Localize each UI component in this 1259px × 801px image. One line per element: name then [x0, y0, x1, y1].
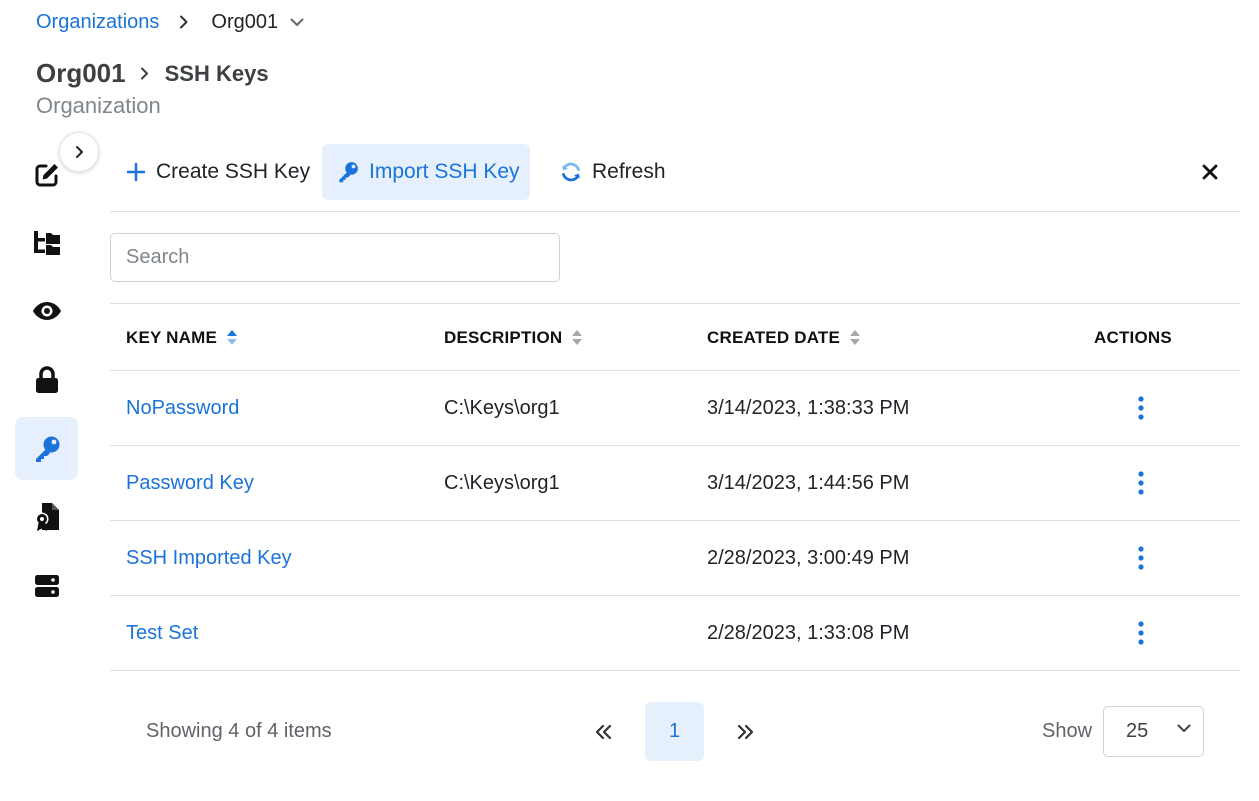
next-page-button[interactable]: [715, 702, 774, 761]
table-header: KEY NAME DESCRIPTION CREATED DATE ACTION…: [110, 304, 1240, 371]
sidebar-item-hierarchy[interactable]: [15, 211, 78, 274]
page-button-current[interactable]: 1: [645, 702, 704, 761]
key-description: C:\Keys\org1: [444, 396, 560, 419]
key-name-link[interactable]: Test Set: [126, 596, 198, 670]
chevron-down-icon: [290, 18, 304, 27]
server-icon: [34, 574, 59, 597]
table-row: NoPassword C:\Keys\org1 3/14/2023, 1:38:…: [110, 371, 1240, 446]
key-description: C:\Keys\org1: [444, 471, 560, 494]
key-icon: [35, 436, 59, 462]
sidebar-item-certificates[interactable]: [15, 485, 78, 548]
key-icon: [337, 161, 359, 183]
toolbar-divider: [110, 211, 1240, 212]
chevron-right-icon: [179, 15, 189, 29]
table-row: SSH Imported Key 2/28/2023, 3:00:49 PM: [110, 521, 1240, 596]
key-name-link[interactable]: NoPassword: [126, 371, 239, 445]
breadcrumb-current-label: Org001: [211, 10, 279, 33]
plus-icon: [126, 162, 146, 182]
sidebar-item-servers[interactable]: [15, 554, 78, 617]
more-vertical-icon: [1138, 471, 1144, 495]
sort-icon[interactable]: [571, 329, 583, 346]
breadcrumb-org-dropdown[interactable]: Org001: [211, 11, 304, 34]
eye-icon: [32, 301, 61, 320]
page-size-select[interactable]: 25: [1103, 706, 1204, 757]
sidebar-expand-button[interactable]: [59, 132, 99, 172]
key-created-date: 3/14/2023, 1:44:56 PM: [707, 471, 910, 494]
row-actions-button[interactable]: [1134, 521, 1148, 595]
table-row: Password Key C:\Keys\org1 3/14/2023, 1:4…: [110, 446, 1240, 521]
more-vertical-icon: [1138, 621, 1144, 645]
import-ssh-key-label: Import SSH Key: [369, 160, 520, 183]
column-header-label: DESCRIPTION: [444, 327, 563, 347]
certificate-icon: [35, 502, 59, 531]
previous-page-button[interactable]: [574, 702, 633, 761]
page-subtitle: Organization: [36, 93, 161, 118]
chevrons-left-icon: [595, 724, 611, 739]
column-header-created-date[interactable]: CREATED DATE: [707, 304, 861, 371]
breadcrumb-organizations-link[interactable]: Organizations: [36, 11, 159, 34]
page-size-label: Show: [1042, 720, 1093, 742]
column-header-actions: ACTIONS: [1094, 304, 1172, 371]
sidebar-item-security[interactable]: [15, 348, 78, 411]
chevron-right-icon: [75, 146, 83, 158]
column-header-label: ACTIONS: [1094, 327, 1172, 347]
hierarchy-icon: [33, 230, 60, 255]
close-icon: [1202, 164, 1218, 180]
create-ssh-key-button[interactable]: Create SSH Key: [122, 144, 314, 200]
key-created-date: 2/28/2023, 1:33:08 PM: [707, 621, 910, 644]
search-input[interactable]: [110, 233, 560, 282]
breadcrumb: Organizations Org001: [36, 8, 304, 36]
chevron-down-icon: [1177, 724, 1191, 733]
refresh-label: Refresh: [592, 160, 666, 183]
more-vertical-icon: [1138, 546, 1144, 570]
key-name-link[interactable]: Password Key: [126, 446, 254, 520]
column-header-label: KEY NAME: [126, 327, 218, 347]
sort-icon[interactable]: [849, 329, 861, 346]
key-created-date: 2/28/2023, 3:00:49 PM: [707, 546, 910, 569]
column-header-label: CREATED DATE: [707, 327, 841, 347]
close-button[interactable]: [1198, 160, 1222, 184]
row-actions-button[interactable]: [1134, 446, 1148, 520]
page-title: Org001 SSH Keys: [36, 58, 269, 89]
key-name-link[interactable]: SSH Imported Key: [126, 521, 292, 595]
import-ssh-key-button[interactable]: Import SSH Key: [322, 144, 530, 200]
page-title-section: SSH Keys: [164, 60, 269, 86]
key-created-date: 3/14/2023, 1:38:33 PM: [707, 396, 910, 419]
sidebar-item-ssh-keys[interactable]: [15, 417, 78, 480]
pagination-info: Showing 4 of 4 items: [146, 720, 332, 742]
more-vertical-icon: [1138, 396, 1144, 420]
column-header-description[interactable]: DESCRIPTION: [444, 304, 583, 371]
table-row: Test Set 2/28/2023, 1:33:08 PM: [110, 596, 1240, 671]
sidebar-item-view[interactable]: [15, 279, 78, 342]
row-actions-button[interactable]: [1134, 371, 1148, 445]
refresh-icon: [560, 161, 582, 183]
row-actions-button[interactable]: [1134, 596, 1148, 670]
lock-icon: [35, 365, 58, 393]
toolbar: Create SSH Key Import SSH Key Refresh: [110, 144, 1240, 200]
page-title-org: Org001: [36, 58, 126, 88]
page-size-value: 25: [1126, 720, 1149, 742]
ssh-keys-table: KEY NAME DESCRIPTION CREATED DATE ACTION…: [110, 304, 1240, 671]
create-ssh-key-label: Create SSH Key: [156, 160, 311, 183]
chevrons-right-icon: [737, 724, 753, 739]
column-header-key-name[interactable]: KEY NAME: [126, 304, 238, 371]
edit-icon: [35, 163, 58, 186]
refresh-button[interactable]: Refresh: [556, 144, 670, 200]
sort-ascending-icon[interactable]: [226, 329, 238, 346]
chevron-right-icon: [140, 67, 149, 80]
